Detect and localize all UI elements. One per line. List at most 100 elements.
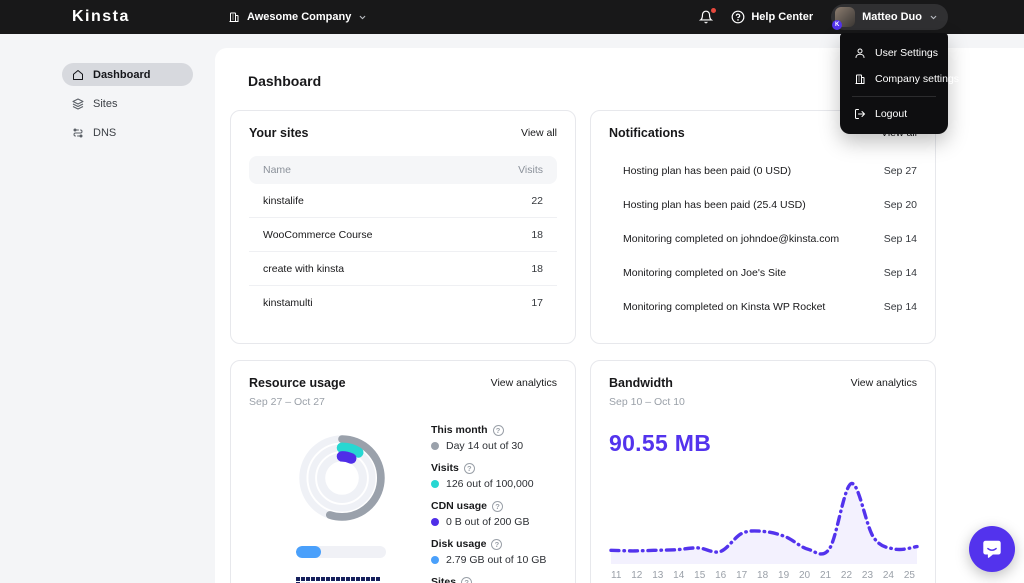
- x-tick-label: 11: [611, 570, 622, 581]
- site-name: kinstamulti: [263, 297, 313, 309]
- x-tick-label: 19: [778, 570, 790, 581]
- chat-launcher-button[interactable]: [969, 526, 1015, 572]
- legend-color-dot: [431, 556, 439, 564]
- bandwidth-card: Bandwidth View analytics Sep 10 – Oct 10…: [590, 360, 936, 583]
- your-sites-title: Your sites: [249, 126, 309, 140]
- kinsta-logo: Kinsta: [72, 8, 130, 25]
- resource-usage-card: Resource usage View analytics Sep 27 – O…: [230, 360, 576, 583]
- chevron-down-icon: [930, 15, 937, 19]
- notification-date: Sep 20: [883, 199, 917, 211]
- help-tooltip-icon[interactable]: ?: [492, 500, 504, 512]
- logout-icon: [854, 108, 866, 120]
- site-slot-used: [376, 577, 380, 581]
- help-center-button[interactable]: Help Center: [731, 10, 813, 24]
- notification-row[interactable]: Monitoring completed on johndoe@kinsta.c…: [609, 222, 917, 256]
- notification-text: Hosting plan has been paid (0 USD): [623, 165, 792, 177]
- site-name: create with kinsta: [263, 262, 345, 275]
- disk-usage-bar: [296, 546, 386, 558]
- legend-item-this-month: This month? Day 14 out of 30: [431, 424, 524, 452]
- sites-table-header: Name Visits: [249, 156, 557, 184]
- site-slot-used: [346, 577, 350, 581]
- notification-text: Monitoring completed on Joe's Site: [623, 267, 787, 279]
- site-visits: 18: [531, 262, 543, 275]
- site-slot-used: [326, 577, 330, 581]
- menu-item-logout[interactable]: Logout: [840, 101, 948, 127]
- x-tick-label: 15: [694, 570, 706, 581]
- site-slot-used: [351, 577, 355, 581]
- site-slot-used: [371, 577, 375, 581]
- avatar: K: [832, 7, 856, 30]
- notification-dot: [711, 8, 717, 13]
- notification-date: Sep 27: [883, 165, 917, 177]
- site-row[interactable]: WooCommerce Course 18: [249, 218, 557, 252]
- site-slot-used: [321, 577, 325, 581]
- menu-item-user-settings[interactable]: User Settings: [840, 40, 948, 66]
- topbar: Kinsta Awesome Company Help Center K Mat…: [0, 0, 1024, 34]
- legend-item-cdn-usage: CDN usage? 0 B out of 200 GB: [431, 500, 530, 528]
- user-icon: [854, 47, 866, 59]
- user-name: Matteo Duo: [862, 11, 922, 23]
- legend-item-visits: Visits? 126 out of 100,000: [431, 462, 534, 490]
- notification-row[interactable]: Monitoring completed on Joe's Site Sep 14: [609, 256, 917, 290]
- site-slot-used: [341, 577, 345, 581]
- site-row[interactable]: create with kinsta 18: [249, 252, 557, 286]
- x-tick-label: 18: [757, 570, 769, 581]
- notification-row[interactable]: Hosting plan has been paid (0 USD) Sep 27: [609, 154, 917, 188]
- chevron-down-icon: [360, 15, 366, 19]
- site-slot-used: [366, 577, 370, 581]
- resource-usage-view-analytics-link[interactable]: View analytics: [491, 377, 557, 389]
- x-tick-label: 20: [798, 570, 811, 581]
- column-name: Name: [263, 164, 292, 176]
- site-row[interactable]: kinstamulti 17: [249, 286, 557, 320]
- help-tooltip-icon[interactable]: ?: [492, 424, 504, 436]
- sidebar-item-dashboard[interactable]: Dashboard: [62, 63, 193, 86]
- notification-date: Sep 14: [883, 301, 917, 313]
- bandwidth-date-range: Sep 10 – Oct 10: [609, 396, 685, 408]
- company-selector[interactable]: Awesome Company: [228, 11, 367, 23]
- site-slot-used: [316, 577, 320, 581]
- notification-row[interactable]: Monitoring completed on Kinsta WP Rocket…: [609, 290, 917, 324]
- x-tick-label: 13: [652, 570, 664, 581]
- notification-text: Monitoring completed on johndoe@kinsta.c…: [623, 233, 840, 245]
- your-sites-view-all-link[interactable]: View all: [521, 127, 557, 139]
- layers-icon: [72, 98, 84, 110]
- dns-icon: [72, 127, 84, 139]
- legend-color-dot: [431, 518, 439, 526]
- sidebar-item-dns[interactable]: DNS: [62, 121, 193, 144]
- x-tick-label: 16: [715, 570, 727, 581]
- x-tick-label: 25: [903, 570, 915, 581]
- notification-row[interactable]: Hosting plan has been paid (25.4 USD) Sep…: [609, 188, 917, 222]
- site-row[interactable]: kinstalife 22: [249, 184, 557, 218]
- notification-text: Hosting plan has been paid (25.4 USD): [623, 199, 806, 211]
- x-tick-label: 22: [840, 570, 853, 581]
- site-visits: 22: [531, 194, 543, 207]
- legend-value-text: Day 14 out of 30: [446, 440, 524, 452]
- home-icon: [72, 69, 84, 81]
- help-tooltip-icon[interactable]: ?: [491, 538, 503, 550]
- bandwidth-view-analytics-link[interactable]: View analytics: [851, 377, 917, 389]
- user-menu-button[interactable]: K Matteo Duo: [831, 4, 948, 30]
- column-visits: Visits: [518, 164, 543, 176]
- building-icon: [854, 73, 866, 85]
- site-slot-used: [296, 577, 300, 581]
- site-name: WooCommerce Course: [263, 228, 373, 241]
- help-tooltip-icon[interactable]: ?: [461, 576, 473, 583]
- site-visits: 18: [531, 228, 543, 241]
- legend-value-text: 2.79 GB out of 10 GB: [446, 554, 547, 566]
- help-tooltip-icon[interactable]: ?: [463, 462, 475, 474]
- resource-usage-title: Resource usage: [249, 376, 346, 390]
- site-slot-used: [331, 577, 335, 581]
- legend-item-disk-usage: Disk usage? 2.79 GB out of 10 GB: [431, 538, 547, 566]
- sidebar-item-sites[interactable]: Sites: [62, 92, 193, 115]
- help-center-label: Help Center: [751, 11, 814, 23]
- notifications-bell-button[interactable]: [699, 8, 717, 24]
- site-visits: 17: [531, 297, 543, 309]
- resource-usage-donut-chart: [299, 435, 385, 521]
- menu-item-company-settings[interactable]: Company settings: [840, 66, 959, 92]
- x-tick-label: 12: [631, 570, 643, 581]
- site-slot-used: [301, 577, 305, 581]
- notification-text: Monitoring completed on Kinsta WP Rocket: [623, 301, 826, 313]
- notification-date: Sep 14: [883, 267, 917, 279]
- chat-bubble-icon: [983, 540, 1001, 558]
- sites-usage-squares: [296, 577, 384, 583]
